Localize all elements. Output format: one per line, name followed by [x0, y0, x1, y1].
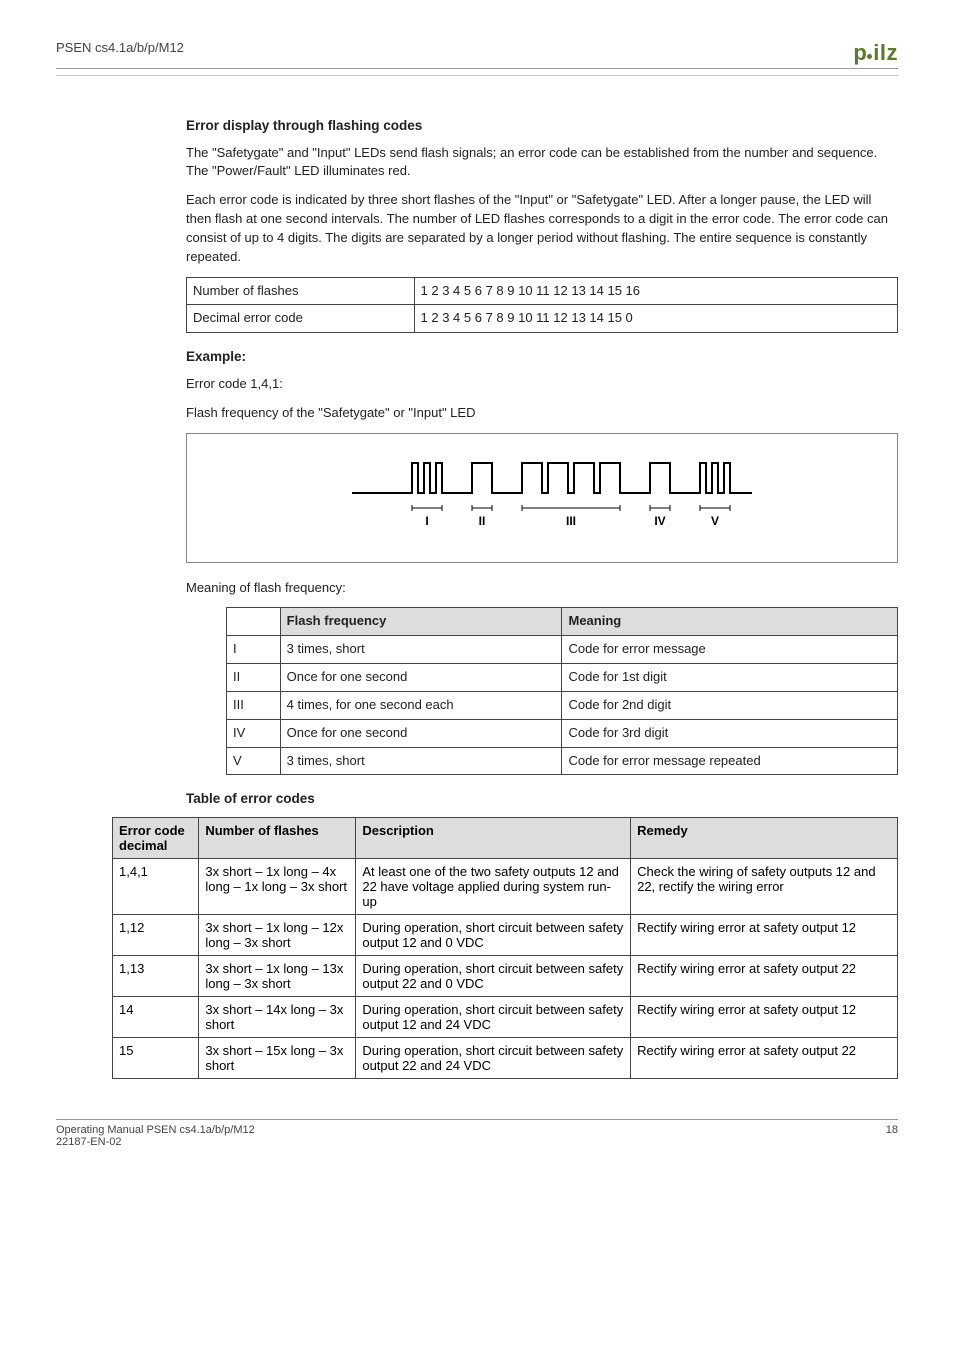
error-flashes: 3x short – 1x long – 12x long – 3x short [199, 915, 356, 956]
table-row: Number of flashes 1 2 3 4 5 6 7 8 9 10 1… [187, 277, 898, 305]
waveform-label-I: I [425, 514, 428, 528]
footer-left2: 22187-EN-02 [56, 1136, 255, 1148]
meaning-freq: Once for one second [280, 719, 562, 747]
error-flashes: 3x short – 15x long – 3x short [199, 1038, 356, 1079]
flash-row-value: 1 2 3 4 5 6 7 8 9 10 11 12 13 14 15 0 [414, 305, 897, 333]
error-desc: At least one of the two safety outputs 1… [356, 859, 631, 915]
table-row: 1,13 3x short – 1x long – 13x long – 3x … [113, 956, 898, 997]
meaning-num: II [227, 664, 281, 692]
meaning-num: V [227, 747, 281, 775]
error-remedy: Rectify wiring error at safety output 22 [631, 1038, 898, 1079]
meaning-meaning: Code for error message repeated [562, 747, 898, 775]
error-code: 1,12 [113, 915, 199, 956]
error-desc: During operation, short circuit between … [356, 997, 631, 1038]
meaning-num: III [227, 691, 281, 719]
table-header-row: Error code decimal Number of flashes Des… [113, 818, 898, 859]
errors-header-col3: Description [356, 818, 631, 859]
table-header-row: Flash frequency Meaning [227, 608, 898, 636]
error-code: 15 [113, 1038, 199, 1079]
table-row: Decimal error code 1 2 3 4 5 6 7 8 9 10 … [187, 305, 898, 333]
meaning-header-freq: Flash frequency [280, 608, 562, 636]
error-codes-table: Error code decimal Number of flashes Des… [112, 817, 898, 1079]
error-remedy: Check the wiring of safety outputs 12 an… [631, 859, 898, 915]
error-remedy: Rectify wiring error at safety output 12 [631, 915, 898, 956]
example-line1: Error code 1,4,1: [186, 375, 898, 394]
errors-header-col1b: decimal [119, 838, 192, 853]
example-title: Example: [186, 347, 898, 367]
waveform-label-III: III [566, 514, 576, 528]
error-desc: During operation, short circuit between … [356, 1038, 631, 1079]
page-number: 18 [886, 1124, 898, 1148]
error-flashes: 3x short – 1x long – 4x long – 1x long –… [199, 859, 356, 915]
error-flashes: 3x short – 14x long – 3x short [199, 997, 356, 1038]
errors-title: Table of error codes [186, 789, 898, 809]
errors-header-col4: Remedy [631, 818, 898, 859]
table-row: 15 3x short – 15x long – 3x short During… [113, 1038, 898, 1079]
error-flashes: 3x short – 1x long – 13x long – 3x short [199, 956, 356, 997]
waveform-label-IV: IV [654, 514, 665, 528]
meaning-table: Flash frequency Meaning I 3 times, short… [226, 607, 898, 775]
error-remedy: Rectify wiring error at safety output 12 [631, 997, 898, 1038]
waveform-label-V: V [711, 514, 719, 528]
errors-header-col1a: Error code [119, 823, 192, 838]
table-row: 1,4,1 3x short – 1x long – 4x long – 1x … [113, 859, 898, 915]
meaning-freq: 3 times, short [280, 747, 562, 775]
table-row: I 3 times, short Code for error message [227, 636, 898, 664]
meaning-meaning: Code for 2nd digit [562, 691, 898, 719]
table-row: 14 3x short – 14x long – 3x short During… [113, 997, 898, 1038]
error-code: 1,4,1 [113, 859, 199, 915]
table-row: II Once for one second Code for 1st digi… [227, 664, 898, 692]
table-row: 1,12 3x short – 1x long – 12x long – 3x … [113, 915, 898, 956]
error-code: 1,13 [113, 956, 199, 997]
flash-row-label: Decimal error code [187, 305, 415, 333]
meaning-header-blank [227, 608, 281, 636]
error-code: 14 [113, 997, 199, 1038]
error-desc: During operation, short circuit between … [356, 956, 631, 997]
flash-row-value: 1 2 3 4 5 6 7 8 9 10 11 12 13 14 15 16 [414, 277, 897, 305]
section-error-display-para2: Each error code is indicated by three sh… [186, 191, 898, 266]
table-row: V 3 times, short Code for error message … [227, 747, 898, 775]
table-row: IV Once for one second Code for 3rd digi… [227, 719, 898, 747]
section-error-display-title: Error display through flashing codes [186, 116, 898, 136]
meaning-num: I [227, 636, 281, 664]
meaning-num: IV [227, 719, 281, 747]
meaning-freq: 4 times, for one second each [280, 691, 562, 719]
footer-left1: Operating Manual PSEN cs4.1a/b/p/M12 [56, 1124, 255, 1136]
flash-number-table: Number of flashes 1 2 3 4 5 6 7 8 9 10 1… [186, 277, 898, 334]
product-name: PSEN cs4.1a/b/p/M12 [56, 40, 184, 55]
section-error-display-para1: The "Safetygate" and "Input" LEDs send f… [186, 144, 898, 182]
table-row: III 4 times, for one second each Code fo… [227, 691, 898, 719]
errors-header-col2: Number of flashes [199, 818, 356, 859]
brand-logo: pilz [853, 40, 898, 66]
error-remedy: Rectify wiring error at safety output 22 [631, 956, 898, 997]
waveform-diagram: I II III IV V [186, 433, 898, 563]
meaning-meaning: Code for 3rd digit [562, 719, 898, 747]
example-line2: Flash frequency of the "Safetygate" or "… [186, 404, 898, 423]
meaning-title: Meaning of flash frequency: [186, 579, 898, 598]
meaning-header-meaning: Meaning [562, 608, 898, 636]
meaning-freq: 3 times, short [280, 636, 562, 664]
meaning-meaning: Code for 1st digit [562, 664, 898, 692]
error-desc: During operation, short circuit between … [356, 915, 631, 956]
waveform-label-II: II [479, 514, 486, 528]
meaning-meaning: Code for error message [562, 636, 898, 664]
flash-row-label: Number of flashes [187, 277, 415, 305]
meaning-freq: Once for one second [280, 664, 562, 692]
